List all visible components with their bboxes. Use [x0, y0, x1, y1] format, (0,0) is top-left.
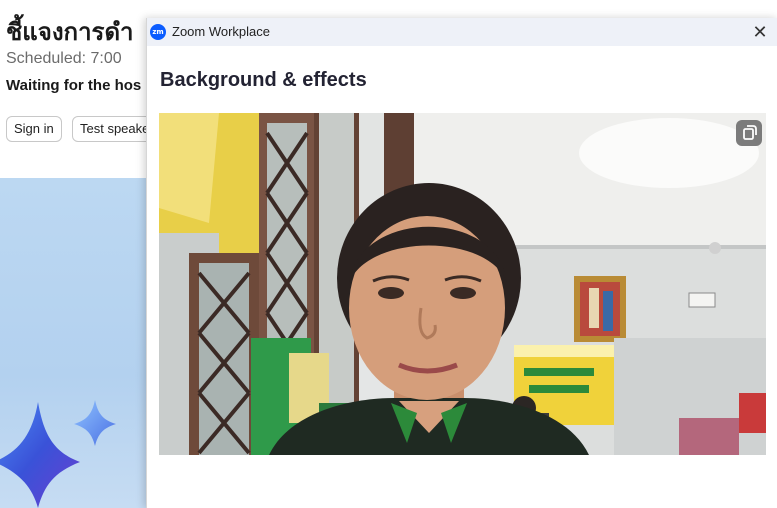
mirror-video-button[interactable] [736, 120, 762, 146]
dialog-titlebar: zm Zoom Workplace ✕ [147, 18, 777, 46]
close-button[interactable]: ✕ [750, 21, 770, 43]
waiting-status: Waiting for the hos [6, 77, 142, 94]
dialog-heading: Background & effects [160, 69, 367, 91]
dialog-app-title: Zoom Workplace [172, 24, 271, 39]
close-icon: ✕ [752, 22, 768, 42]
meeting-title: ชี้แจงการดำ [6, 18, 134, 46]
test-speaker-button[interactable]: Test speake [72, 116, 158, 142]
sparkle-icon [0, 400, 116, 508]
mirror-video-icon [743, 125, 757, 140]
background-effects-dialog: zm Zoom Workplace ✕ Background & effects [146, 18, 777, 508]
camera-feed-image [159, 113, 766, 455]
camera-preview [159, 113, 766, 455]
scheduled-time: Scheduled: 7:00 [6, 50, 122, 67]
sign-in-button[interactable]: Sign in [6, 116, 62, 142]
zoom-logo-icon: zm [150, 24, 166, 40]
